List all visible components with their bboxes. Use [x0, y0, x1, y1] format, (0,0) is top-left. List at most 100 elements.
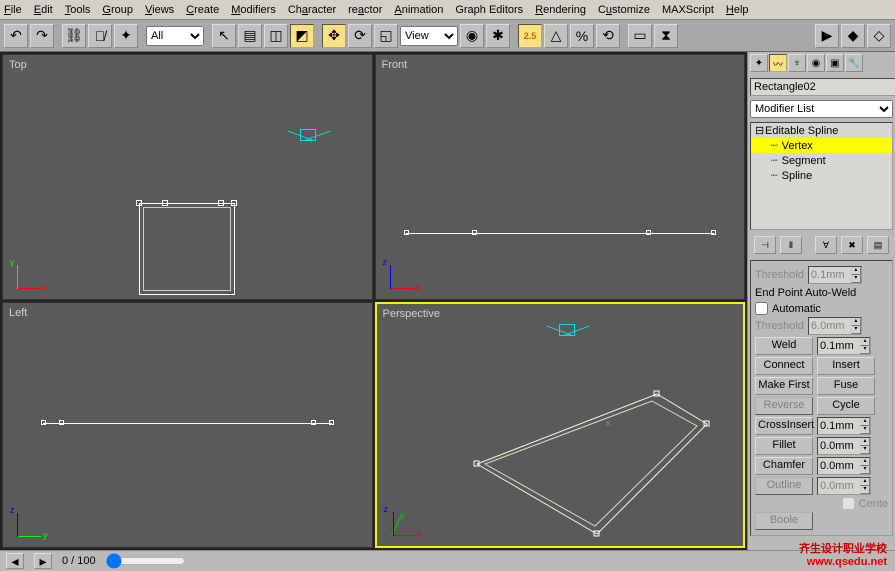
- scale-button[interactable]: ◱: [374, 24, 398, 48]
- viewport-front[interactable]: Front xz: [375, 54, 746, 300]
- object-name-input[interactable]: [750, 78, 895, 96]
- vertex-marker[interactable]: [472, 230, 477, 235]
- remove-modifier-button[interactable]: ✖: [841, 236, 863, 254]
- vertex-marker[interactable]: [162, 200, 168, 206]
- menu-group[interactable]: Group: [102, 4, 133, 16]
- spinner-snap-button[interactable]: ⟲: [596, 24, 620, 48]
- render-button[interactable]: ◆: [841, 24, 865, 48]
- time-slider[interactable]: [106, 553, 186, 569]
- menu-file[interactable]: File: [4, 4, 22, 16]
- connect-button[interactable]: Connect: [755, 357, 813, 375]
- menu-edit[interactable]: Edit: [34, 4, 53, 16]
- tab-hierarchy[interactable]: ♆: [788, 54, 806, 72]
- chamfer-spinner[interactable]: ▴▾: [817, 457, 871, 475]
- tab-motion[interactable]: ◉: [807, 54, 825, 72]
- viewport-top[interactable]: Top xy: [2, 54, 373, 300]
- pivot-button[interactable]: ◉: [460, 24, 484, 48]
- threshold-label: Threshold: [755, 269, 804, 281]
- selection-filter-select[interactable]: All: [146, 26, 204, 46]
- modifier-stack[interactable]: ⊟Editable Spline ┈Vertex ┈Segment ┈Splin…: [750, 122, 893, 230]
- play-button[interactable]: ▶: [815, 24, 839, 48]
- menu-create[interactable]: Create: [186, 4, 219, 16]
- configure-button[interactable]: ▤: [867, 236, 889, 254]
- vertex-marker[interactable]: [41, 420, 46, 425]
- reverse-button: Reverse: [755, 397, 813, 415]
- menu-customize[interactable]: Customize: [598, 4, 650, 16]
- percent-snap-button[interactable]: %: [570, 24, 594, 48]
- crossinsert-button[interactable]: CrossInsert: [755, 417, 813, 435]
- vertex-marker[interactable]: [231, 200, 237, 206]
- viewport-perspective[interactable]: Perspective × xzy: [375, 302, 746, 548]
- timeline-prev-button[interactable]: ◂: [6, 553, 24, 569]
- tab-modify[interactable]: 〰: [769, 54, 787, 72]
- snap-2p5-button[interactable]: 2.5: [518, 24, 542, 48]
- fuse-button[interactable]: Fuse: [817, 377, 875, 395]
- pin-stack-button[interactable]: ⊣: [754, 236, 776, 254]
- move-button[interactable]: ✥: [322, 24, 346, 48]
- weld-button[interactable]: Weld: [755, 337, 813, 355]
- window-crossing-button[interactable]: ◩: [290, 24, 314, 48]
- rotate-button[interactable]: ⟳: [348, 24, 372, 48]
- menu-tools[interactable]: Tools: [65, 4, 91, 16]
- outline-spinner: ▴▾: [817, 477, 871, 495]
- fillet-spinner[interactable]: ▴▾: [817, 437, 871, 455]
- menu-reactor[interactable]: reactor: [348, 4, 382, 16]
- cycle-button[interactable]: Cycle: [817, 397, 875, 415]
- menu-character[interactable]: Character: [288, 4, 336, 16]
- spline-line[interactable]: [43, 423, 332, 424]
- spline-line[interactable]: [406, 233, 715, 234]
- make-first-button[interactable]: Make First: [755, 377, 813, 395]
- vertex-marker[interactable]: [311, 420, 316, 425]
- viewport-label: Top: [9, 59, 27, 71]
- menu-help[interactable]: Help: [726, 4, 749, 16]
- crossinsert-spinner[interactable]: ▴▾: [817, 417, 871, 435]
- vertex-marker[interactable]: [711, 230, 716, 235]
- menu-maxscript[interactable]: MAXScript: [662, 4, 714, 16]
- quick-render-button[interactable]: ◇: [867, 24, 891, 48]
- menu-animation[interactable]: Animation: [394, 4, 443, 16]
- menu-modifiers[interactable]: Modifiers: [231, 4, 276, 16]
- select-region-button[interactable]: ◫: [264, 24, 288, 48]
- threshold-spinner: ▴▾: [808, 266, 862, 284]
- angle-snap-button[interactable]: △: [544, 24, 568, 48]
- vertex-marker[interactable]: [218, 200, 224, 206]
- stack-vertex[interactable]: ┈Vertex: [751, 138, 892, 153]
- stack-editable-spline[interactable]: ⊟Editable Spline: [751, 123, 892, 138]
- stack-segment[interactable]: ┈Segment: [751, 153, 892, 168]
- select-name-button[interactable]: ▤: [238, 24, 262, 48]
- select-button[interactable]: ↖: [212, 24, 236, 48]
- svg-text:×: ×: [605, 418, 611, 430]
- vertex-marker[interactable]: [404, 230, 409, 235]
- tab-utilities[interactable]: 🔧: [845, 54, 863, 72]
- redo-button[interactable]: ↷: [30, 24, 54, 48]
- tab-create[interactable]: ✦: [750, 54, 768, 72]
- show-end-result-button[interactable]: Ⅱ: [780, 236, 802, 254]
- undo-button[interactable]: ↶: [4, 24, 28, 48]
- ref-coord-select[interactable]: View: [400, 26, 458, 46]
- insert-button[interactable]: Insert: [817, 357, 875, 375]
- vertex-marker[interactable]: [59, 420, 64, 425]
- bind-button[interactable]: ✦: [114, 24, 138, 48]
- named-selection-button[interactable]: ▭: [628, 24, 652, 48]
- vertex-marker[interactable]: [646, 230, 651, 235]
- make-unique-button[interactable]: ∀: [815, 236, 837, 254]
- automatic-checkbox[interactable]: [755, 302, 768, 315]
- unlink-button[interactable]: ⛓̸: [88, 24, 112, 48]
- weld-spinner[interactable]: ▴▾: [817, 337, 871, 355]
- perspective-shape[interactable]: ×: [377, 304, 744, 546]
- modifier-list-select[interactable]: Modifier List: [750, 100, 893, 118]
- chamfer-button[interactable]: Chamfer: [755, 457, 813, 475]
- viewport-left[interactable]: Left yz: [2, 302, 373, 548]
- menu-graph-editors[interactable]: Graph Editors: [455, 4, 523, 16]
- timeline-next-button[interactable]: ▸: [34, 553, 52, 569]
- mirror-button[interactable]: ⧗: [654, 24, 678, 48]
- vertex-marker[interactable]: [136, 200, 142, 206]
- menu-rendering[interactable]: Rendering: [535, 4, 586, 16]
- fillet-button[interactable]: Fillet: [755, 437, 813, 455]
- vertex-marker[interactable]: [329, 420, 334, 425]
- tab-display[interactable]: ▣: [826, 54, 844, 72]
- menu-views[interactable]: Views: [145, 4, 174, 16]
- link-button[interactable]: ⛓: [62, 24, 86, 48]
- stack-spline[interactable]: ┈Spline: [751, 168, 892, 183]
- manipulate-button[interactable]: ✱: [486, 24, 510, 48]
